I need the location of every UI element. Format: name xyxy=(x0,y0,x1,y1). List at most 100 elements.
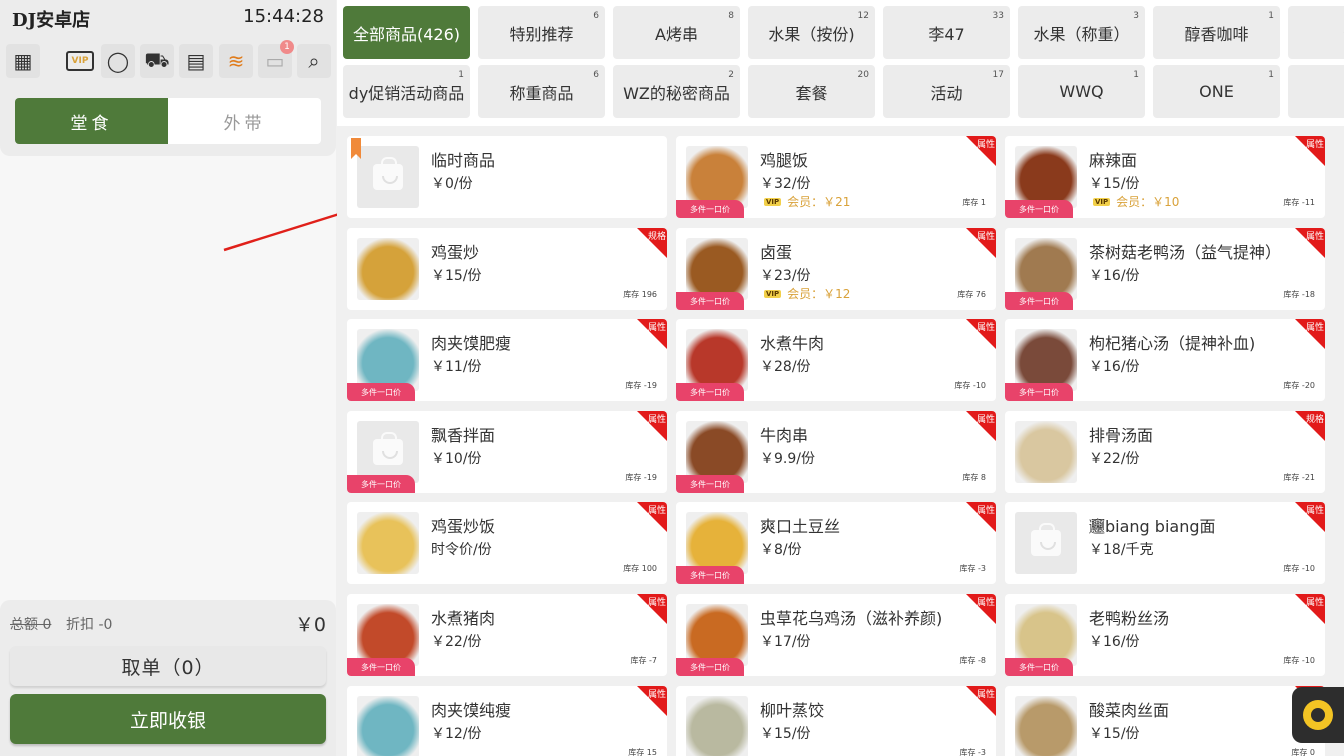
multi-price-tag: 多件一口价 xyxy=(1005,292,1073,310)
category-label: 特别推荐 xyxy=(509,24,574,44)
product-card[interactable]: 𰻞biang biang面 ￥18/千克 库存 -10 属性 xyxy=(1005,502,1325,584)
product-card[interactable]: 临时商品 ￥0/份 xyxy=(347,136,667,218)
multi-price-tag: 多件一口价 xyxy=(1005,200,1073,218)
category-tab[interactable]: 套餐 20 xyxy=(748,65,875,118)
delivery-icon[interactable]: ⛟ xyxy=(140,44,174,78)
product-image xyxy=(357,604,419,666)
product-card[interactable]: 柳叶蒸饺 ￥15/份 库存 -3 属性 xyxy=(676,686,996,756)
clipboard-icon[interactable]: ▤ xyxy=(179,44,213,78)
stock-count: 库存 -21 xyxy=(1283,473,1315,482)
product-card[interactable]: 麻辣面 ￥15/份 VIP 会员：￥10 库存 -11 属性 多件一口价 xyxy=(1005,136,1325,218)
category-tab[interactable]: 米 xyxy=(1288,65,1344,118)
placeholder-bag-icon xyxy=(357,421,419,483)
corner-label: 规格 xyxy=(1305,415,1324,425)
store-header: DJ安卓店 15:44:28 ▦ VIP ◯ ⛟ ▤ ≋ ▭ 1 ⌕ 堂食 外带 xyxy=(0,0,336,156)
category-tab[interactable]: 水果（称重） 3 xyxy=(1018,6,1145,59)
corner-label: 属性 xyxy=(1305,323,1324,333)
take-order-button[interactable]: 取单（0） xyxy=(10,646,326,686)
product-card[interactable]: 酸菜肉丝面￥15/份库存 0属性 xyxy=(1005,686,1325,756)
tab-dine-in-label: 堂食 xyxy=(70,113,113,134)
category-tab[interactable]: 水果（按份) 12 xyxy=(748,6,875,59)
multi-price-tag: 多件一口价 xyxy=(676,475,744,493)
category-label: 水果（按份) xyxy=(768,24,855,44)
product-card[interactable]: 肉夹馍纯瘦 ￥12/份 库存 15 属性 xyxy=(347,686,667,756)
product-price: 时令价/份 xyxy=(431,542,492,558)
product-image xyxy=(1015,421,1077,483)
product-card[interactable]: 老鸭粉丝汤 ￥16/份 库存 -10 属性 多件一口价 xyxy=(1005,594,1325,676)
corner-label: 属性 xyxy=(1305,140,1324,150)
product-card[interactable]: 水煮猪肉 ￥22/份 库存 -7 属性 多件一口价 xyxy=(347,594,667,676)
bookmark-icon xyxy=(351,138,361,159)
category-label: 称重商品 xyxy=(509,83,574,103)
category-label: 李47 xyxy=(928,24,965,44)
product-card[interactable]: 鸡蛋炒 ￥15/份 库存 196 规格 xyxy=(347,228,667,310)
category-count: 1 xyxy=(1133,70,1139,80)
stock-count: 库存 -8 xyxy=(959,656,986,665)
product-price: ￥8/份 xyxy=(760,542,802,558)
vip-card-icon[interactable]: VIP xyxy=(66,51,94,71)
corner-label: 属性 xyxy=(976,415,995,425)
product-card[interactable]: 鸡腿饭 ￥32/份 VIP 会员：￥21 库存 1 属性 多件一口价 xyxy=(676,136,996,218)
product-price: ￥10/份 xyxy=(431,451,482,467)
stock-count: 库存 -3 xyxy=(959,564,986,573)
category-tab[interactable]: 活动 17 xyxy=(883,65,1010,118)
product-card[interactable]: 爽口土豆丝 ￥8/份 库存 -3 属性 多件一口价 xyxy=(676,502,996,584)
multi-price-tag: 多件一口价 xyxy=(676,200,744,218)
category-tab[interactable]: ONE 1 xyxy=(1153,65,1280,118)
product-card[interactable]: 飘香拌面 ￥10/份 库存 -19 属性 多件一口价 xyxy=(347,411,667,493)
product-card[interactable]: 鸡蛋炒饭 时令价/份 库存 100 属性 xyxy=(347,502,667,584)
category-tab[interactable]: dy促销活动商品 1 xyxy=(343,65,470,118)
refresh-icon[interactable]: ◯ xyxy=(101,44,135,78)
product-card[interactable]: 虫草花乌鸡汤（滋补养颜) ￥17/份 库存 -8 属性 多件一口价 xyxy=(676,594,996,676)
product-card[interactable]: 卤蛋 ￥23/份 VIP 会员：￥12 库存 76 属性 多件一口价 xyxy=(676,228,996,310)
category-tab[interactable]: 称重商品 6 xyxy=(478,65,605,118)
product-card[interactable]: 水煮牛肉 ￥28/份 库存 -10 属性 多件一口价 xyxy=(676,319,996,401)
category-tab[interactable]: 醇香咖啡 1 xyxy=(1153,6,1280,59)
multi-price-tag: 多件一口价 xyxy=(676,292,744,310)
product-card[interactable]: 茶树菇老鸭汤（益气提神） ￥16/份 库存 -18 属性 多件一口价 xyxy=(1005,228,1325,310)
category-tab[interactable]: WWQ 1 xyxy=(1018,65,1145,118)
customer-service-button[interactable] xyxy=(1292,687,1344,743)
category-tab[interactable]: A烤串 8 xyxy=(613,6,740,59)
product-name: 飘香拌面 xyxy=(431,426,496,445)
grid-icon[interactable]: ▦ xyxy=(6,44,40,78)
checkout-button[interactable]: 立即收银 xyxy=(10,694,326,744)
product-image xyxy=(357,238,419,300)
product-price: ￥15/份 xyxy=(760,726,811,742)
product-grid: 临时商品 ￥0/份 鸡腿饭 ￥32/份 VIP 会员：￥21 库存 1 属性 多件一口价 麻辣面 ￥… xyxy=(337,126,1344,756)
product-name: 卤蛋 xyxy=(760,243,793,262)
corner-label: 属性 xyxy=(976,232,995,242)
corner-label: 属性 xyxy=(976,506,995,516)
category-tab[interactable]: WZ的秘密商品 2 xyxy=(613,65,740,118)
multi-price-tag: 多件一口价 xyxy=(676,383,744,401)
multi-price-tag: 多件一口价 xyxy=(676,566,744,584)
corner-label: 属性 xyxy=(1305,232,1324,242)
product-name: 𰻞biang biang面 xyxy=(1089,517,1216,536)
category-tab[interactable]: 饮 xyxy=(1288,6,1344,59)
category-label: 活动 xyxy=(930,83,963,103)
product-price: ￥22/份 xyxy=(431,634,482,650)
category-count: 6 xyxy=(593,70,599,80)
category-tab[interactable]: 特别推荐 6 xyxy=(478,6,605,59)
printer-icon[interactable]: ▭ 1 xyxy=(258,40,294,78)
member-price: VIP 会员：￥10 xyxy=(1093,193,1179,210)
category-label: ONE xyxy=(1199,82,1234,101)
category-count: 2 xyxy=(728,70,734,80)
tab-takeaway[interactable]: 外带 xyxy=(168,98,321,144)
product-card[interactable]: 牛肉串 ￥9.9/份 库存 8 属性 多件一口价 xyxy=(676,411,996,493)
search-icon[interactable]: ⌕ xyxy=(297,44,331,78)
category-tab[interactable]: 全部商品(426) xyxy=(343,6,470,59)
tab-dine-in[interactable]: 堂食 xyxy=(15,98,168,144)
product-card[interactable]: 排骨汤面 ￥22/份 库存 -21 规格 xyxy=(1005,411,1325,493)
product-price: ￥18/千克 xyxy=(1089,542,1154,558)
product-card[interactable]: 枸杞猪心汤（提神补血) ￥16/份 库存 -20 属性 多件一口价 xyxy=(1005,319,1325,401)
member-price-text: 会员：￥21 xyxy=(787,195,851,209)
category-tab[interactable]: 李47 33 xyxy=(883,6,1010,59)
category-count: 1 xyxy=(458,70,464,80)
category-label: dy促销活动商品 xyxy=(348,83,465,103)
wifi-icon[interactable]: ≋ xyxy=(219,44,253,78)
product-price: ￥16/份 xyxy=(1089,359,1140,375)
product-image xyxy=(686,696,748,756)
product-card[interactable]: 肉夹馍肥瘦 ￥11/份 库存 -19 属性 多件一口价 xyxy=(347,319,667,401)
product-price: ￥11/份 xyxy=(431,359,482,375)
